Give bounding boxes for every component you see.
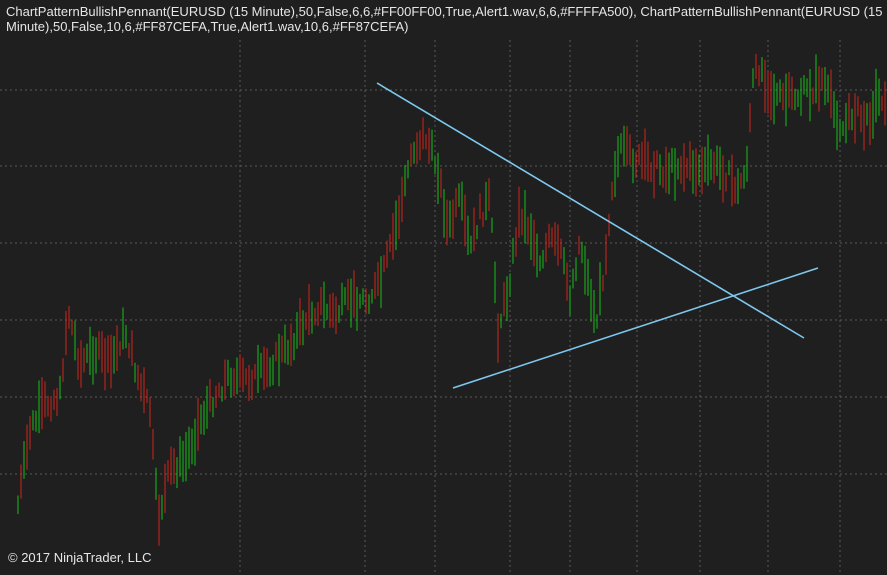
pennant-lower-trendline[interactable] (452, 267, 819, 389)
chart-canvas[interactable] (0, 0, 887, 575)
pennant-trendlines (376, 82, 819, 389)
copyright-label: © 2017 NinjaTrader, LLC (8, 550, 152, 565)
price-chart-panel[interactable]: ChartPatternBullishPennant(EURUSD (15 Mi… (0, 0, 887, 575)
